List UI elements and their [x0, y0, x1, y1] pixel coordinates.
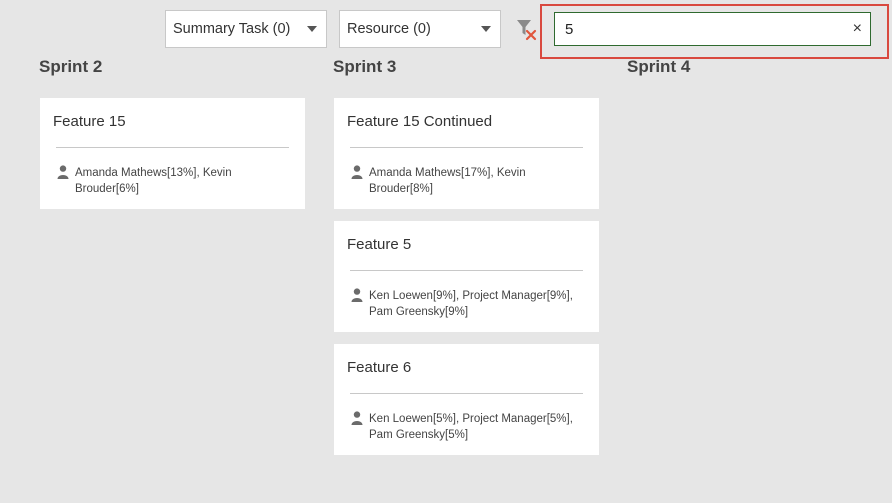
filter-clear-icon — [517, 20, 537, 41]
chevron-down-icon — [481, 26, 491, 32]
search-box[interactable]: × — [554, 12, 871, 46]
task-card-title: Feature 6 — [347, 359, 412, 376]
task-card-title: Feature 5 — [347, 236, 412, 253]
task-card-resources: Amanda Mathews[17%], Kevin Brouder[8%] — [369, 167, 526, 195]
close-icon[interactable]: × — [853, 20, 862, 38]
resource-dropdown[interactable]: Resource (0) — [339, 10, 501, 48]
sprint-title: Sprint 3 — [333, 57, 397, 76]
divider — [350, 147, 583, 148]
sprint-title: Sprint 4 — [627, 57, 691, 76]
task-card[interactable]: Feature 15 Amanda Mathews[13%], Kevin Br… — [40, 98, 305, 209]
task-card-resources: Ken Loewen[5%], Project Manager[5%], Pam… — [369, 413, 573, 441]
task-card[interactable]: Feature 6 Ken Loewen[5%], Project Manage… — [334, 344, 599, 455]
board-view: Summary Task (0) Resource (0) × Sprint 2… — [0, 0, 892, 503]
person-icon — [351, 411, 363, 425]
task-card[interactable]: Feature 5 Ken Loewen[9%], Project Manage… — [334, 221, 599, 332]
task-card-title: Feature 15 Continued — [347, 113, 493, 130]
task-card-resources: Amanda Mathews[13%], Kevin Brouder[6%] — [75, 167, 232, 195]
person-icon — [57, 165, 69, 179]
summary-task-dropdown[interactable]: Summary Task (0) — [165, 10, 327, 48]
summary-task-dropdown-label: Summary Task (0) — [173, 21, 291, 37]
person-icon — [351, 288, 363, 302]
divider — [350, 270, 583, 271]
clear-filter-button[interactable] — [515, 18, 539, 42]
task-card-title: Feature 15 — [53, 113, 126, 130]
person-icon — [351, 165, 363, 179]
divider — [56, 147, 289, 148]
chevron-down-icon — [307, 26, 317, 32]
sprint-title: Sprint 2 — [39, 57, 103, 76]
resource-dropdown-label: Resource (0) — [347, 21, 431, 37]
search-input[interactable] — [555, 19, 837, 39]
task-card-resources: Ken Loewen[9%], Project Manager[9%], Pam… — [369, 290, 573, 318]
task-card[interactable]: Feature 15 Continued Amanda Mathews[17%]… — [334, 98, 599, 209]
divider — [350, 393, 583, 394]
